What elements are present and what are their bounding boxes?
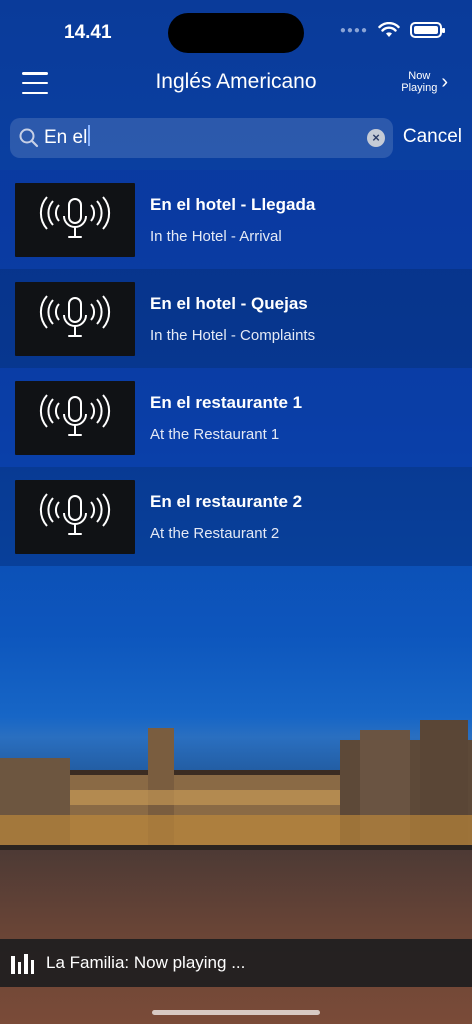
- result-title: En el restaurante 2: [150, 491, 303, 511]
- list-item[interactable]: En el restaurante 1 At the Restaurant 1: [0, 368, 472, 467]
- list-item[interactable]: En el restaurante 2 At the Restaurant 2: [0, 467, 472, 566]
- result-title: En el hotel - Llegada: [150, 194, 316, 214]
- signal-dots-icon: ●●●●: [339, 24, 368, 36]
- now-playing-text: La Familia: Now playing ...: [46, 953, 246, 972]
- microphone-broadcast-icon: [15, 281, 135, 356]
- cancel-button[interactable]: Cancel: [403, 126, 462, 148]
- status-icons: ●●●●: [339, 22, 445, 38]
- chevron-right-icon: ›: [441, 70, 448, 93]
- result-subtitle: In the Hotel - Complaints: [150, 326, 316, 344]
- results-list: En el hotel - Llegada In the Hotel - Arr…: [0, 170, 472, 566]
- plaza-ground-image: [0, 850, 472, 1024]
- equalizer-bars-icon: [11, 952, 34, 974]
- result-subtitle: At the Restaurant 1: [150, 425, 280, 443]
- result-title: En el restaurante 1: [150, 392, 303, 412]
- result-subtitle: In the Hotel - Arrival: [150, 227, 282, 245]
- microphone-broadcast-icon: [15, 380, 135, 455]
- clear-x-icon[interactable]: ×: [367, 129, 385, 147]
- mini-player-bar[interactable]: La Familia: Now playing ...: [0, 939, 472, 987]
- now-playing-button[interactable]: Now Playing ›: [401, 70, 448, 94]
- search-icon: [19, 128, 39, 148]
- text-caret: [88, 125, 91, 146]
- result-subtitle: At the Restaurant 2: [150, 524, 280, 542]
- search-field[interactable]: En el ×: [10, 118, 393, 158]
- battery-icon: [410, 22, 445, 38]
- result-title: En el hotel - Quejas: [150, 293, 308, 313]
- cathedral-building-image: [0, 720, 472, 860]
- status-time: 14.41: [64, 22, 112, 43]
- list-item[interactable]: En el hotel - Quejas In the Hotel - Comp…: [0, 269, 472, 368]
- microphone-broadcast-icon: [15, 479, 135, 554]
- navigation-bar: Inglés Americano Now Playing ›: [0, 64, 472, 104]
- home-indicator[interactable]: [152, 1010, 320, 1015]
- dynamic-island: [168, 13, 304, 53]
- microphone-broadcast-icon: [15, 182, 135, 257]
- status-bar: 14.41 ●●●●: [0, 0, 472, 64]
- wifi-icon: [378, 22, 400, 37]
- now-playing-label: Now Playing: [401, 70, 438, 94]
- search-input[interactable]: En el: [44, 125, 91, 149]
- list-item[interactable]: En el hotel - Llegada In the Hotel - Arr…: [0, 170, 472, 269]
- search-row: En el × Cancel: [0, 118, 472, 160]
